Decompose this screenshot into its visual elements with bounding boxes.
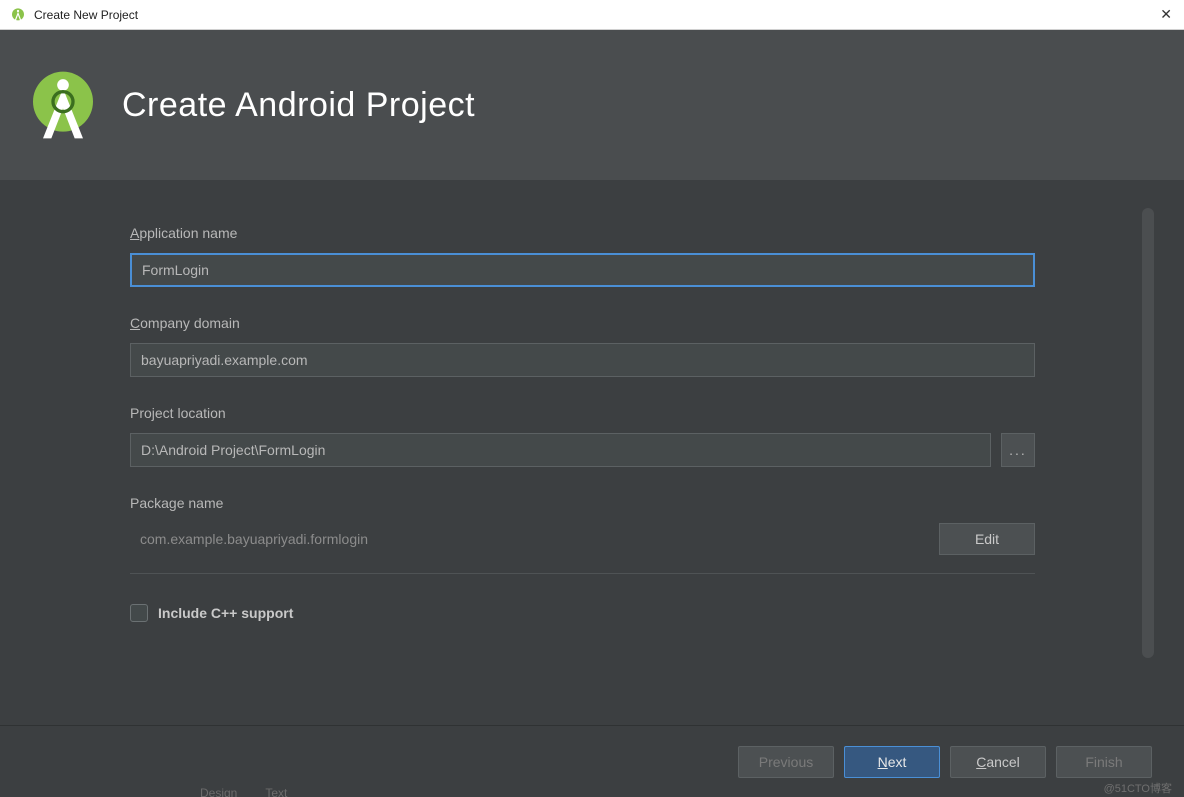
next-button[interactable]: Next <box>844 746 940 778</box>
company-domain-field: Company domain <box>130 315 1035 377</box>
cpp-support-label: Include C++ support <box>158 605 293 621</box>
project-location-field: Project location ... <box>130 405 1035 467</box>
tab-strip: Design Text <box>200 786 287 797</box>
company-domain-input[interactable] <box>130 343 1035 377</box>
dialog-content: Application name Company domain Project … <box>0 180 1184 725</box>
dialog-title: Create Android Project <box>122 86 475 125</box>
previous-button[interactable]: Previous <box>738 746 834 778</box>
package-name-label: Package name <box>130 495 1035 511</box>
cpp-support-checkbox[interactable] <box>130 604 148 622</box>
close-icon[interactable]: ✕ <box>1160 6 1172 23</box>
package-name-field: Package name com.example.bayuapriyadi.fo… <box>130 495 1035 574</box>
dialog-footer: Previous Next Cancel Finish Design Text … <box>0 726 1184 797</box>
tab-design: Design <box>200 786 237 797</box>
android-studio-icon <box>10 7 26 23</box>
cancel-button[interactable]: Cancel <box>950 746 1046 778</box>
android-studio-large-icon <box>28 65 98 145</box>
application-name-label: Application name <box>130 225 1035 241</box>
cpp-support-row: Include C++ support <box>130 604 1035 622</box>
browse-button[interactable]: ... <box>1001 433 1035 467</box>
window-titlebar: Create New Project ✕ <box>0 0 1184 30</box>
vertical-scrollbar[interactable] <box>1142 208 1154 658</box>
dialog-header: Create Android Project <box>0 30 1184 180</box>
window-title: Create New Project <box>34 8 138 22</box>
application-name-field: Application name <box>130 225 1035 287</box>
watermark: @51CTO博客 <box>1104 780 1172 796</box>
finish-button[interactable]: Finish <box>1056 746 1152 778</box>
company-domain-label: Company domain <box>130 315 1035 331</box>
application-name-input[interactable] <box>130 253 1035 287</box>
edit-package-button[interactable]: Edit <box>939 523 1035 555</box>
tab-text: Text <box>265 786 287 797</box>
project-location-label: Project location <box>130 405 1035 421</box>
project-location-input[interactable] <box>130 433 991 467</box>
package-name-value: com.example.bayuapriyadi.formlogin <box>130 531 368 547</box>
